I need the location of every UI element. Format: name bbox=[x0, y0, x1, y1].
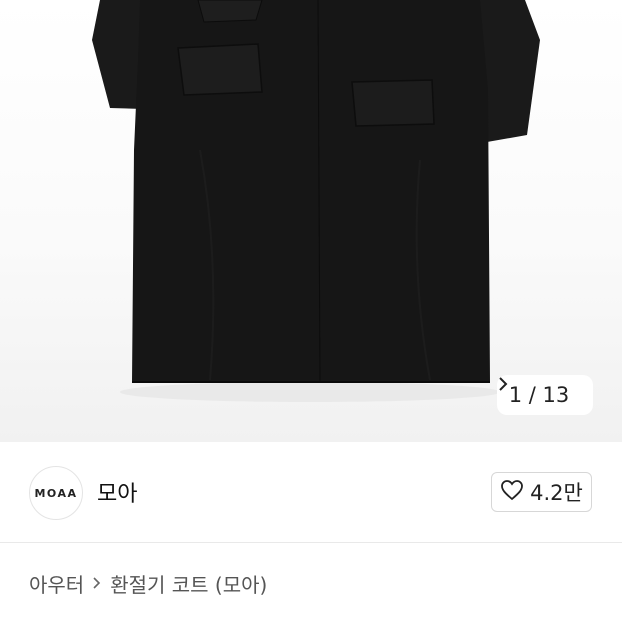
image-counter-text: 1 / 13 bbox=[509, 383, 570, 407]
breadcrumb-category[interactable]: 아우터 bbox=[29, 569, 84, 598]
total-image-count: 13 bbox=[542, 383, 570, 407]
current-image-index: 1 bbox=[508, 383, 523, 407]
image-counter-separator: / bbox=[528, 383, 536, 407]
seller-avatar[interactable]: MOAA bbox=[29, 466, 83, 520]
heart-outline-icon bbox=[500, 479, 524, 506]
image-counter[interactable]: 1 / 13 bbox=[497, 375, 593, 415]
seller-logo-text: MOAA bbox=[34, 486, 78, 500]
like-button[interactable]: 4.2만 bbox=[491, 472, 592, 512]
seller-name[interactable]: 모아 bbox=[97, 476, 137, 508]
chevron-right-icon bbox=[92, 572, 102, 596]
product-image-gallery[interactable]: 1 / 13 bbox=[0, 0, 622, 442]
like-count: 4.2만 bbox=[530, 481, 583, 505]
breadcrumb-product: 환절기 코트 (모아) bbox=[110, 573, 268, 597]
breadcrumb: 아우터 환절기 코트 (모아) bbox=[29, 569, 267, 598]
